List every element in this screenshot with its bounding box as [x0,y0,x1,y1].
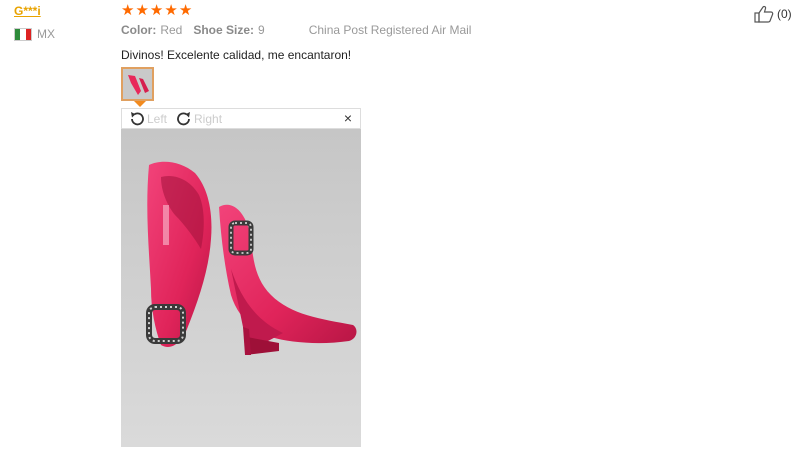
country-code: MX [37,27,55,41]
review-photo [121,129,361,447]
review-text: Divinos! Excelente calidad, me encantaro… [121,48,352,62]
star-icon: ★ [135,2,149,19]
reviewer-name[interactable]: G***i [14,4,114,18]
thumbnail-image [123,69,152,99]
rotate-left-icon [131,111,144,125]
thumbnail-selected-arrow [134,101,146,107]
thumbs-up-icon [754,5,774,23]
reviewer-info: G***i MX [14,4,114,41]
photo-thumbnail[interactable] [121,67,154,101]
close-icon[interactable]: × [344,110,352,126]
viewer-toolbar: Left Right × [121,108,361,129]
rotate-right-label: Right [194,111,223,126]
star-icon: ★ [164,2,178,19]
order-attributes: Color: Red Shoe Size: 9 China Post Registe… [121,23,761,37]
helpful-count: (0) [777,7,792,21]
rotate-left-button[interactable]: Left [128,110,167,128]
color-attribute: Color: Red [121,23,183,37]
rotate-right-icon [177,111,191,125]
star-rating: ★ ★ ★ ★ ★ [121,3,761,19]
photo-viewer: Left Right × [121,108,361,447]
rotate-left-label: Left [147,111,168,126]
helpful-button[interactable]: (0) [754,5,792,23]
star-icon: ★ [149,2,164,19]
shipping-method: China Post Registered Air Mail [308,23,472,37]
mexico-flag-icon [14,27,32,41]
review-body: ★ ★ ★ ★ ★ Color: Red Shoe Size: 9 China Po… [121,3,761,63]
reviewer-country: MX [14,27,114,41]
rotate-right-button[interactable]: Right [175,110,222,128]
star-icon: ★ [121,2,135,19]
size-attribute: Shoe Size: 9 [193,23,265,37]
star-icon: ★ [178,2,193,19]
